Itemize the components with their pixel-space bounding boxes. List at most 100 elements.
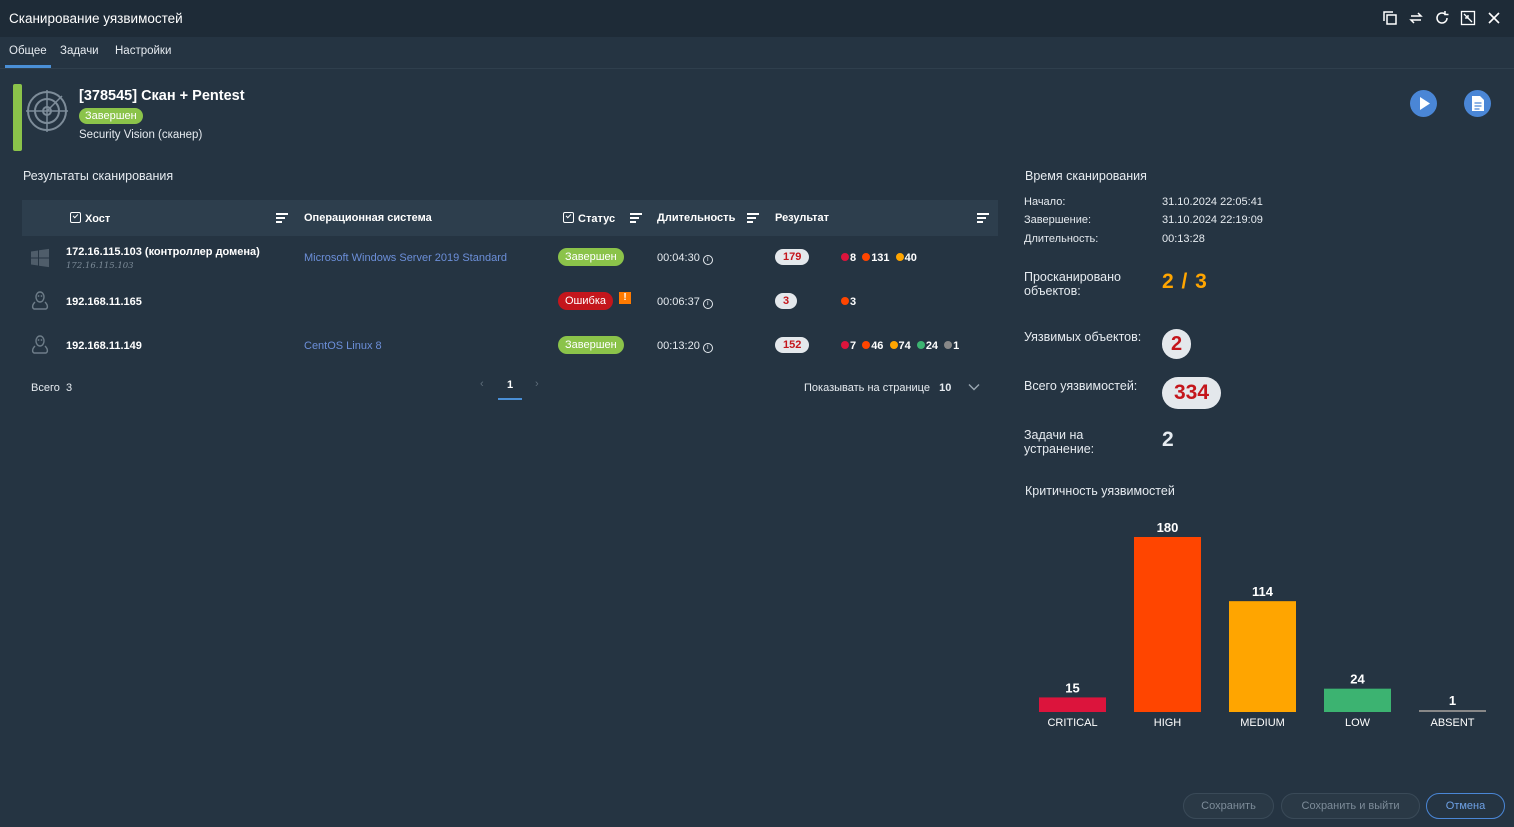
play-icon (1420, 97, 1430, 110)
vuln-counts: 7 46 74 24 1 (838, 340, 959, 352)
page-prev-button[interactable]: ‹ (480, 378, 484, 390)
tab-tasks[interactable]: Задачи (60, 45, 99, 57)
pagination: ‹ 1 › (476, 374, 546, 402)
window-controls (1382, 10, 1502, 26)
end-value: 31.10.2024 22:19:09 (1162, 214, 1263, 226)
cancel-button[interactable]: Отмена (1426, 793, 1505, 819)
sort-icon[interactable] (977, 213, 989, 223)
per-page-selector[interactable]: Показывать на странице 10 (804, 382, 980, 394)
sort-icon[interactable] (747, 213, 759, 223)
absent-dot (944, 341, 953, 349)
low-dot (916, 341, 925, 349)
save-and-exit-button[interactable]: Сохранить и выйти (1281, 793, 1420, 819)
duration-cell: 00:04:30 i (657, 252, 713, 265)
critical-dot (841, 341, 849, 349)
total-vulns-label: Всего уязвимостей: (1024, 379, 1138, 393)
page-next-button[interactable]: › (535, 378, 539, 390)
chart-title: Критичность уязвимостей (1025, 484, 1175, 498)
host-name[interactable]: 192.168.11.165 (66, 296, 142, 308)
scanned-value: 2 / 3 (1162, 270, 1208, 293)
scanned-label: Просканировано объектов: (1024, 270, 1121, 298)
total-vulns-value: 334 (1162, 377, 1221, 409)
tab-general[interactable]: Общее (5, 45, 51, 68)
info-icon[interactable]: i (702, 343, 713, 353)
refresh-icon[interactable] (1434, 10, 1450, 26)
table-row[interactable]: 192.168.11.149 CentOS Linux 8 Завершен 0… (22, 324, 998, 368)
end-label: Завершение: (1024, 214, 1092, 226)
host-address: 172.16.115.103 (66, 261, 134, 271)
copy-icon[interactable] (1382, 10, 1398, 26)
chevron-down-icon (968, 384, 980, 391)
report-button[interactable] (1464, 90, 1491, 117)
duration-label: Длительность: (1024, 233, 1099, 245)
bar-absent[interactable] (1419, 710, 1486, 712)
bar-value-label: 24 (1350, 672, 1365, 687)
status-badge: Ошибка (558, 292, 613, 310)
category-label: ABSENT (1430, 717, 1474, 729)
warning-icon[interactable]: ! (619, 292, 631, 304)
minimize-window-icon[interactable] (1460, 10, 1476, 26)
bar-medium[interactable] (1229, 601, 1296, 712)
page-number[interactable]: 1 (507, 379, 513, 391)
category-label: HIGH (1154, 717, 1182, 729)
high-dot (862, 341, 871, 349)
vuln-total-badge[interactable]: 179 (775, 249, 810, 265)
windows-icon (31, 248, 49, 268)
vuln-total-badge[interactable]: 152 (775, 337, 810, 353)
column-status-header[interactable]: Статус (563, 212, 615, 225)
linux-icon (31, 291, 49, 310)
bar-value-label: 15 (1065, 680, 1079, 695)
duration-cell: 00:13:20 i (657, 340, 713, 353)
results-section-title: Результаты сканирования (23, 169, 174, 183)
duration-cell: 00:06:37 i (657, 296, 713, 309)
window-title: Сканирование уязвимостей (9, 11, 183, 26)
category-label: CRITICAL (1047, 717, 1097, 729)
table-header: Хост Операционная система Статус Длитель… (22, 200, 998, 236)
column-os-header[interactable]: Операционная система (304, 212, 432, 224)
os-link[interactable]: Microsoft Windows Server 2019 Standard (304, 252, 507, 264)
bar-value-label: 1 (1449, 693, 1456, 708)
scan-title: [378545] Скан + Pentest (79, 88, 245, 104)
bar-value-label: 114 (1252, 584, 1274, 599)
checkbox-icon (563, 212, 574, 223)
close-icon[interactable] (1486, 10, 1502, 26)
sort-icon[interactable] (630, 213, 642, 223)
status-accent-bar (13, 84, 22, 151)
medium-dot (889, 341, 898, 349)
play-button[interactable] (1410, 90, 1437, 117)
column-duration-header[interactable]: Длительность (657, 212, 735, 224)
tasks-value: 2 (1162, 428, 1174, 451)
scan-time-title: Время сканирования (1025, 169, 1147, 183)
column-result-header[interactable]: Результат (775, 212, 829, 224)
sort-icon[interactable] (276, 213, 288, 223)
os-link[interactable]: CentOS Linux 8 (304, 340, 382, 352)
scanner-name: Security Vision (сканер) (79, 129, 203, 141)
start-value: 31.10.2024 22:05:41 (1162, 196, 1263, 208)
results-table: Хост Операционная система Статус Длитель… (22, 200, 998, 368)
vuln-total-badge[interactable]: 3 (775, 293, 798, 309)
swap-icon[interactable] (1408, 10, 1424, 26)
bar-high[interactable] (1134, 537, 1201, 712)
host-name[interactable]: 192.168.11.149 (66, 340, 142, 352)
bar-critical[interactable] (1039, 697, 1106, 712)
severity-chart: 15 CRITICAL 180 HIGH 114 MEDIUM 24 LOW 1 ABSENT (1024, 510, 1494, 735)
critical-dot (841, 253, 849, 261)
document-icon (1472, 96, 1484, 111)
title-bar: Сканирование уязвимостей (0, 0, 1514, 37)
column-host-header[interactable]: Хост (70, 212, 110, 225)
bar-value-label: 180 (1157, 520, 1179, 535)
bar-low[interactable] (1324, 688, 1391, 712)
host-name[interactable]: 172.16.115.103 (контроллер домена) (66, 246, 260, 258)
scan-header: [378545] Скан + Pentest Завершен Securit… (13, 84, 513, 151)
save-button[interactable]: Сохранить (1183, 793, 1274, 819)
radar-icon (26, 90, 68, 132)
table-row[interactable]: 172.16.115.103 (контроллер домена) 172.1… (22, 236, 998, 280)
category-label: MEDIUM (1240, 717, 1285, 729)
tab-settings[interactable]: Настройки (115, 45, 171, 57)
linux-icon (31, 335, 49, 354)
table-row[interactable]: 192.168.11.165 Ошибка! 00:06:37 i 3 3 (22, 280, 998, 324)
tasks-label: Задачи на устранение: (1024, 428, 1095, 456)
start-label: Начало: (1024, 196, 1066, 208)
info-icon[interactable]: i (702, 255, 713, 265)
info-icon[interactable]: i (702, 299, 713, 309)
